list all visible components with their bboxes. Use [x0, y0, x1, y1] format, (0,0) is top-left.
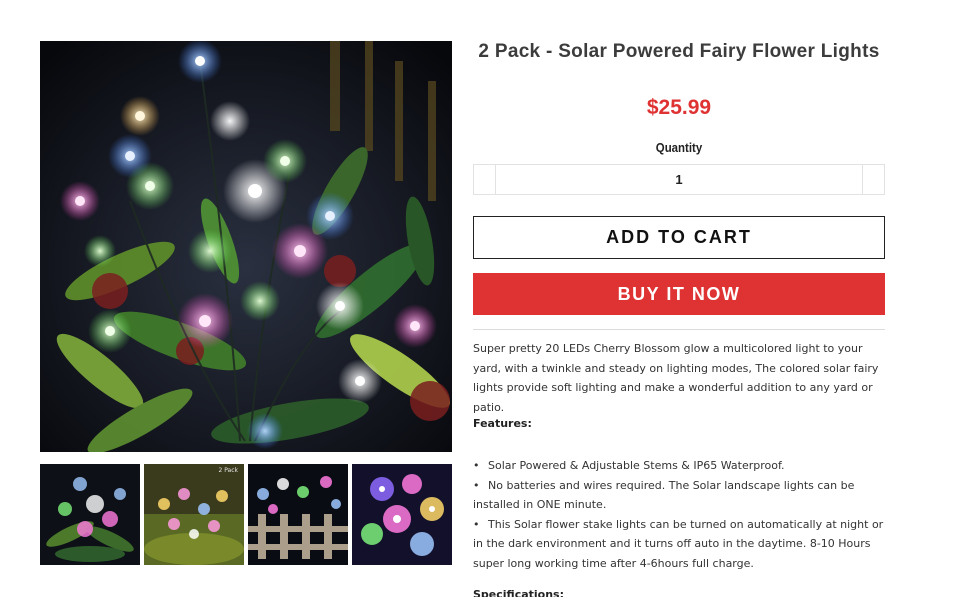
buy-now-button[interactable]: BUY IT NOW — [473, 273, 885, 315]
product-description: Super pretty 20 LEDs Cherry Blossom glow… — [473, 342, 879, 414]
feature-item: • Solar Powered & Adjustable Stems & IP65… — [473, 456, 885, 476]
divider — [473, 329, 885, 330]
thumbnail-2[interactable]: 2 Pack — [144, 464, 244, 565]
bullet-icon: • — [473, 517, 480, 531]
quantity-increase-button[interactable] — [862, 165, 884, 194]
features-heading: Features: — [473, 417, 532, 430]
thumbnail-3[interactable] — [248, 464, 348, 565]
thumbnail-4[interactable] — [352, 464, 452, 565]
specifications-heading: Specifications: — [473, 588, 565, 597]
add-to-cart-button[interactable]: ADD TO CART — [473, 216, 885, 259]
quantity-decrease-button[interactable] — [474, 165, 496, 194]
product-title: 2 Pack - Solar Powered Fairy Flower Ligh… — [478, 41, 880, 62]
feature-item: • No batteries and wires required. The So… — [473, 476, 885, 515]
bullet-icon: • — [473, 478, 480, 492]
product-price: $25.99 — [646, 96, 712, 119]
feature-item: • This Solar flower stake lights can be t… — [473, 515, 885, 574]
bullet-icon: • — [473, 459, 480, 472]
thumbnail-1[interactable] — [40, 464, 140, 565]
quantity-label: Quantity — [655, 140, 703, 155]
feature-text: No batteries and wires required. The Sol… — [473, 478, 855, 512]
main-product-image[interactable] — [40, 41, 452, 452]
thumbnail-gallery: 2 Pack — [40, 464, 452, 566]
features-list: • Solar Powered & Adjustable Stems & IP65… — [473, 456, 885, 573]
thumbnail-badge: 2 Pack — [218, 467, 238, 474]
quantity-input[interactable] — [496, 165, 862, 194]
feature-text: Solar Powered & Adjustable Stems & IP65 … — [488, 459, 785, 472]
quantity-stepper — [473, 164, 885, 195]
feature-text: This Solar flower stake lights can be tu… — [473, 517, 884, 570]
